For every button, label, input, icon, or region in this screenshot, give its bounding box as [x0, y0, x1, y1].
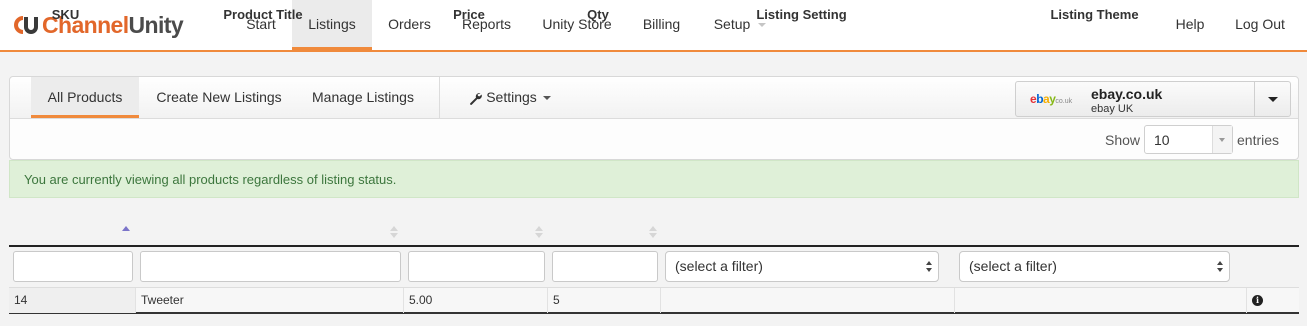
tab-divider	[439, 77, 440, 118]
column-header-sku[interactable]: SKU	[9, 0, 122, 29]
listing-setting-filter-select[interactable]: (select a filter)	[665, 251, 939, 282]
select-arrows-icon	[1217, 261, 1223, 273]
status-alert: You are currently viewing all products r…	[9, 160, 1299, 198]
table-header-divider	[9, 245, 1299, 247]
marketplace-dropdown-toggle[interactable]	[1254, 82, 1290, 116]
listing-theme-filter-select[interactable]: (select a filter)	[959, 251, 1230, 282]
marketplace-selector[interactable]: ebayco.uk ebay.co.uk ebay UK	[1015, 81, 1291, 117]
marketplace-subtitle: ebay UK	[1091, 103, 1134, 115]
marketplace-name: ebay.co.uk	[1091, 86, 1163, 102]
sort-icon	[390, 226, 398, 238]
entries-value: 10	[1154, 132, 1170, 148]
listing-setting-cell	[661, 288, 955, 313]
entries-per-page-select[interactable]: 10	[1144, 125, 1233, 154]
wrench-icon	[470, 92, 483, 105]
tab-manage-listings[interactable]: Manage Listings	[298, 77, 428, 118]
sku-cell: 14	[9, 288, 136, 313]
price-cell: 5.00	[404, 288, 548, 313]
price-filter-input[interactable]	[408, 251, 545, 282]
settings-dropdown[interactable]: Settings	[450, 77, 570, 118]
sort-icon	[649, 226, 657, 238]
alert-text: You are currently viewing all products r…	[24, 172, 397, 187]
sort-icon	[535, 226, 543, 238]
show-label: Show	[1105, 132, 1141, 148]
select-arrows-icon	[926, 261, 932, 273]
sort-ascending-icon	[122, 226, 130, 238]
chevron-down-icon	[1212, 126, 1232, 153]
listings-panel: All Products Create New Listings Manage …	[9, 76, 1299, 160]
column-header-product-title[interactable]: Product Title	[136, 0, 390, 29]
column-header-qty[interactable]: Qty	[548, 0, 648, 29]
table-row[interactable]: 14 Tweeter 5.00 5 i	[9, 287, 1299, 314]
column-header-listing-setting: Listing Setting	[756, 7, 847, 22]
qty-cell: 5	[548, 288, 661, 313]
ebay-logo: ebayco.uk	[1030, 92, 1073, 106]
listings-subtabs: All Products Create New Listings Manage …	[10, 77, 1298, 119]
tab-create-new-listings[interactable]: Create New Listings	[141, 77, 297, 118]
title-filter-input[interactable]	[140, 251, 401, 282]
title-cell: Tweeter	[136, 288, 404, 313]
chevron-down-icon	[542, 96, 551, 101]
entries-label: entries	[1237, 132, 1280, 148]
listing-theme-cell	[955, 288, 1247, 313]
column-header-listing-theme: Listing Theme	[1050, 7, 1139, 22]
nav-log-out[interactable]: Log Out	[1224, 0, 1296, 50]
qty-filter-input[interactable]	[552, 251, 658, 282]
tab-all-products[interactable]: All Products	[31, 77, 139, 118]
sku-filter-input[interactable]	[13, 251, 133, 282]
column-header-price[interactable]: Price	[405, 0, 533, 29]
info-icon[interactable]: i	[1252, 295, 1263, 306]
